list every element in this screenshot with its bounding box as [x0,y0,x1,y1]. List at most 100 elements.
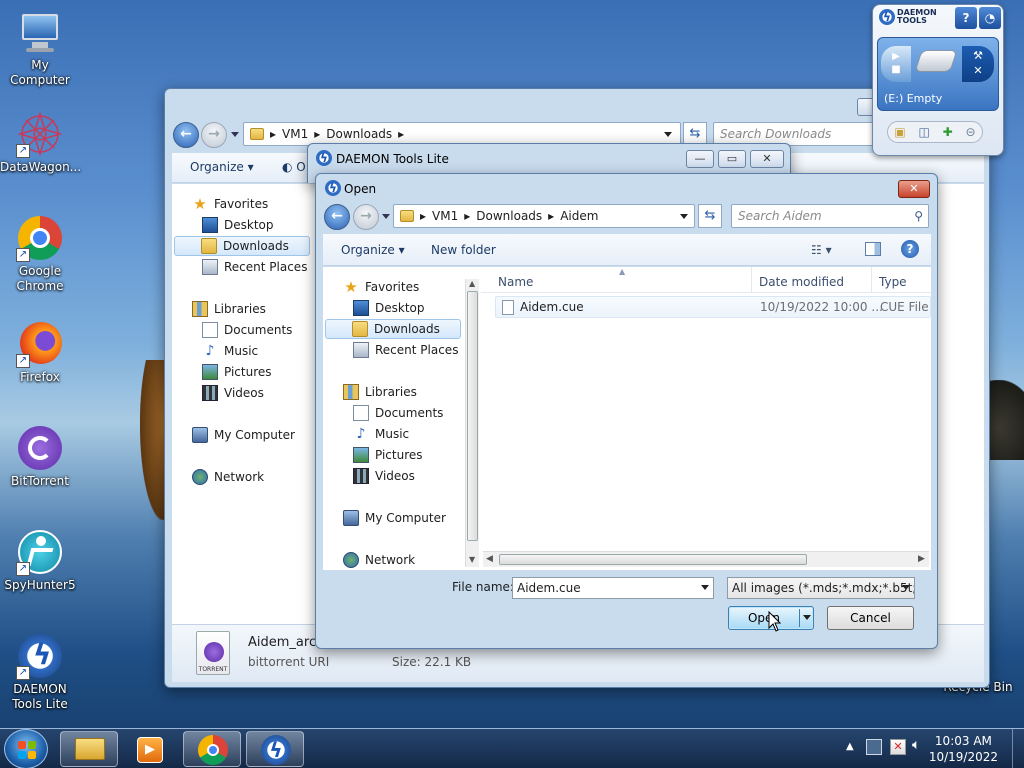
dialog-nav-my-computer[interactable]: My Computer [343,508,446,528]
breadcrumb-downloads[interactable]: Downloads [326,127,392,141]
preview-pane-icon[interactable] [865,242,881,256]
dialog-back-button[interactable]: ← [324,204,350,230]
nav-videos[interactable]: Videos [202,383,264,403]
add-drive-icon[interactable]: ✚ [943,125,953,139]
breadcrumb-downloads[interactable]: Downloads [476,209,542,223]
change-view-icon[interactable]: ☷ ▾ [811,243,832,257]
dialog-search-input[interactable]: Search Aidem ⚲ [731,204,929,228]
dialog-nav-documents[interactable]: Documents [353,403,443,423]
file-type-filter-select[interactable]: All images (*.mds;*.mdx;*.b5t;* [727,577,915,599]
nav-favorites[interactable]: ★ Favorites [192,194,268,214]
desktop-icon-my-computer[interactable]: My Computer [0,8,80,88]
nav-documents[interactable]: Documents [202,320,292,340]
virtual-drive-panel[interactable]: ▶ ■ ⚒ ✕ (E:) Empty [877,37,999,111]
open-folder-icon[interactable]: ▣ [894,125,905,139]
file-list-hscrollbar[interactable]: ◀ ▶ [483,551,929,567]
taskbar-daemon-tools[interactable]: ϟ [246,731,304,767]
daemon-minimize-button[interactable]: — [686,150,714,168]
star-icon: ★ [344,278,358,296]
dialog-forward-button[interactable]: → [353,204,379,230]
dialog-address-bar[interactable]: ▸ VM1 ▸ Downloads ▸ Aidem [393,204,695,228]
nav-scrollbar-thumb[interactable] [467,291,478,541]
nav-recent-places[interactable]: Recent Places [202,257,307,277]
network-tray-icon[interactable] [866,739,882,755]
daemon-maximize-button[interactable]: ▭ [718,150,746,168]
scroll-up-icon[interactable]: ▲ [469,279,475,288]
address-dropdown-chevron-down-icon[interactable] [680,214,688,219]
organize-menu[interactable]: Organize ▾ [190,160,254,174]
dialog-nav-videos[interactable]: Videos [353,466,415,486]
hscrollbar-thumb[interactable] [499,554,807,565]
open-split-chevron-down-icon[interactable] [803,615,811,620]
scroll-down-icon[interactable]: ▼ [469,555,475,564]
breadcrumb-aidem[interactable]: Aidem [560,209,598,223]
cancel-button[interactable]: Cancel [827,606,914,630]
nav-my-computer[interactable]: My Computer [192,425,295,445]
address-dropdown-chevron-down-icon[interactable] [664,132,672,137]
back-button[interactable]: ← [173,122,199,148]
lock-icon[interactable]: ⊝ [966,125,976,139]
dialog-nav-recent-places[interactable]: Recent Places [353,340,458,360]
dialog-nav-libraries[interactable]: Libraries [343,382,417,402]
taskbar-clock[interactable]: 10:03 AM 10/19/2022 [929,733,998,765]
volume-icon[interactable]: 🔈︎ [912,737,920,753]
daemon-tools-gadget[interactable]: ϟ DAEMON TOOLS ? ◔ ▶ ■ ⚒ ✕ (E:) Empty ▣ ◫ … [872,4,1004,156]
network-icon [343,552,359,568]
nav-network[interactable]: Network [192,467,264,487]
column-header-name[interactable]: Name [498,275,533,289]
breadcrumb-vm1[interactable]: VM1 [282,127,308,141]
column-header-date-modified[interactable]: Date modified [759,275,844,289]
gadget-help-button[interactable]: ? [955,7,977,29]
dialog-nav-downloads[interactable]: Downloads [325,319,461,339]
dialog-help-icon[interactable]: ? [901,240,919,258]
dialog-nav-desktop[interactable]: Desktop [353,298,425,318]
taskbar-chrome[interactable] [183,731,241,767]
open-dialog[interactable]: ϟ Open ✕ ← → ▸ VM1 ▸ Downloads ▸ Aidem ⇆… [315,173,938,649]
open-dialog-close-button[interactable]: ✕ [898,180,930,198]
forward-button[interactable]: → [201,122,227,148]
desktop-icon-firefox[interactable]: ↗ Firefox [0,320,80,385]
start-button[interactable] [4,729,48,768]
daemon-close-button[interactable]: ✕ [750,150,784,168]
desktop-icon-bittorrent[interactable]: BitTorrent [0,424,80,489]
unmount-wrench-icon[interactable]: ⚒ ✕ [962,46,994,82]
nav-downloads[interactable]: Downloads [174,236,310,256]
file-name-input[interactable]: Aidem.cue [512,577,714,599]
action-center-flag-icon[interactable]: ✕ [890,739,906,755]
taskbar-explorer[interactable] [60,731,118,767]
breadcrumb-vm1[interactable]: VM1 [432,209,458,223]
scroll-right-icon[interactable]: ▶ [918,554,925,564]
nav-music[interactable]: ♪ Music [202,341,259,361]
desktop-icon-google-chrome[interactable]: ↗ Google Chrome [0,214,80,294]
file-name-dropdown-chevron-down-icon[interactable] [701,585,709,590]
nav-libraries[interactable]: Libraries [192,299,266,319]
scroll-left-icon[interactable]: ◀ [486,554,493,564]
sort-ascending-icon: ▲ [619,267,626,276]
column-header-type[interactable]: Type [879,275,907,289]
dialog-nav-network[interactable]: Network [343,550,415,570]
desktop-icon-spyhunter[interactable]: ↗ SpyHunter5 [0,528,80,593]
dialog-recent-chevron-down-icon[interactable] [382,214,390,219]
taskbar-media-player[interactable]: ▶ [120,731,178,767]
desktop-icon-daemon-tools[interactable]: ϟ ↗ DAEMON Tools Lite [0,632,80,712]
dialog-nav-pictures[interactable]: Pictures [353,445,423,465]
file-row[interactable]: Aidem.cue 10/19/2022 10:00 ... CUE File [495,296,931,318]
open-menu-partial[interactable]: ◐ O [282,160,306,174]
image-catalog-icon[interactable]: ◫ [919,125,930,139]
mount-play-icon[interactable]: ▶ ■ [881,46,911,82]
dialog-refresh-icon[interactable]: ⇆ [698,204,722,228]
dialog-organize-menu[interactable]: Organize ▾ [341,243,405,257]
dialog-nav-music[interactable]: ♪ Music [353,424,410,444]
desktop-icon-datawagon[interactable]: ↗ DataWagon... [0,110,81,175]
nav-scrollbar[interactable]: ▲ ▼ [465,279,479,567]
new-folder-button[interactable]: New folder [431,243,496,257]
recent-pages-chevron-down-icon[interactable] [231,132,239,137]
show-hidden-icons-chevron-up-icon[interactable]: ▲ [846,741,854,752]
rss-icon[interactable]: ◔ [979,7,1001,29]
dialog-nav-favorites[interactable]: ★ Favorites [343,277,419,297]
filter-dropdown-chevron-down-icon[interactable] [902,585,910,590]
nav-desktop[interactable]: Desktop [202,215,274,235]
nav-pictures[interactable]: Pictures [202,362,272,382]
show-desktop-button[interactable] [1012,729,1024,768]
file-date: 10/19/2022 10:00 ... [760,300,883,314]
